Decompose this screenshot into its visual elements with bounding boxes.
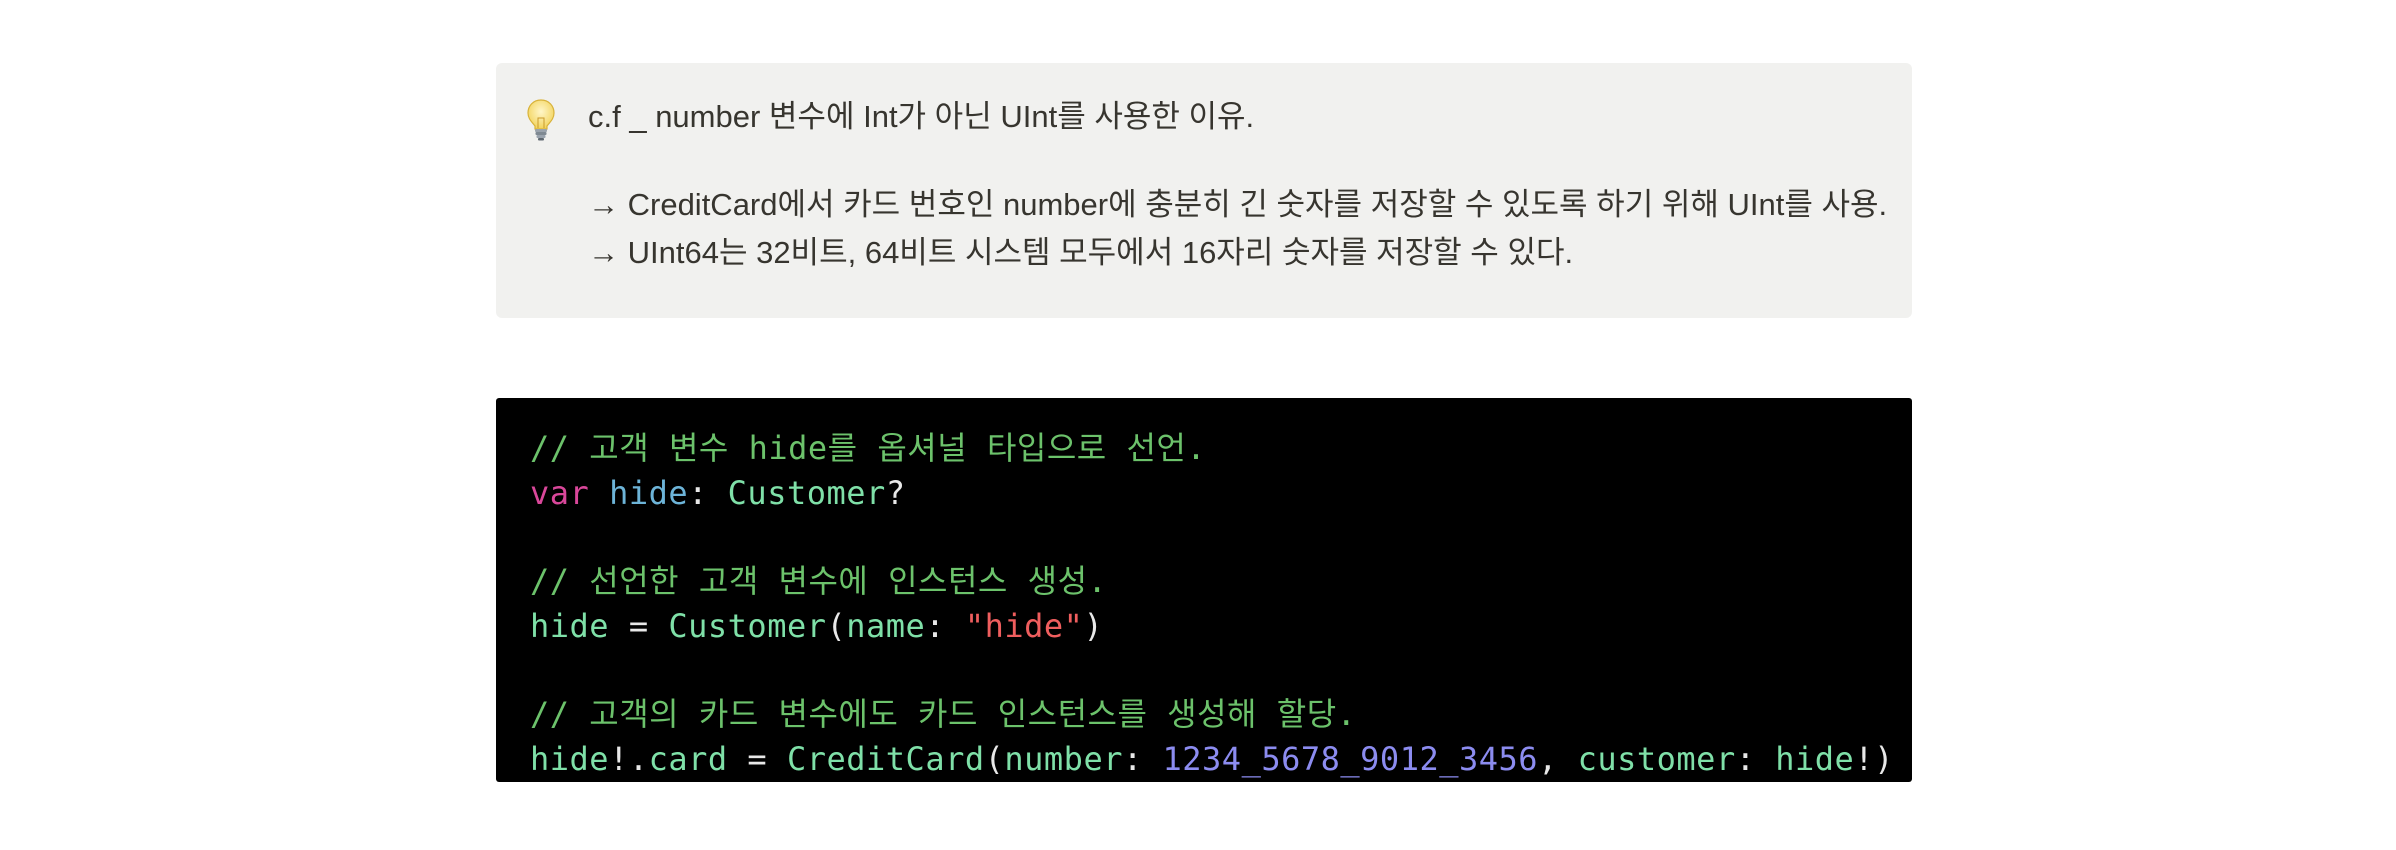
code-identifier: hide [530,607,610,645]
code-optional-mark: ? [885,474,906,512]
code-paren-close: !) [1854,740,1894,778]
code-number: 1234_5678_9012_3456 [1162,740,1539,778]
code-line-6: hide!.card = CreditCard(number: 1234_567… [530,737,1894,781]
code-line-2: var hide: Customer? [530,471,906,515]
code-colon: : [688,474,728,512]
callout-title: c.f _ number 변수에 Int가 아닌 UInt를 사용한 이유. [588,99,1255,134]
code-type: Customer [727,474,886,512]
code-keyword: var [530,474,590,512]
code-variable: hide [609,474,689,512]
code-colon: : [1122,740,1163,778]
callout-line-2: → UInt64는 32비트, 64비트 시스템 모두에서 16자리 숫자를 저… [588,235,1574,270]
code-line-1: // 고객 변수 hide를 옵셔널 타입으로 선언. [530,426,1206,470]
code-identifier: hide [530,740,610,778]
code-unwrap: !. [609,740,649,778]
code-paren-open: ( [826,607,847,645]
lightbulb-icon [526,98,556,142]
code-identifier: hide [1775,740,1855,778]
code-property: card [648,740,728,778]
code-comment: // 선언한 고객 변수에 인스턴스 생성. [530,562,1108,600]
code-line-4: hide = Customer(name: "hide") [530,604,1103,648]
code-type: Customer [668,607,827,645]
code-comma: , [1538,740,1578,778]
code-arg-label: customer [1577,740,1736,778]
code-string: "hide" [964,607,1084,645]
code-type: CreditCard [786,740,985,778]
callout-line-1: → CreditCard에서 카드 번호인 number에 충분히 긴 숫자를 … [588,187,1888,222]
code-arg-label: number [1004,740,1123,778]
code-assign: = [727,740,787,778]
code-colon: : [1735,740,1776,778]
code-comment: // 고객의 카드 변수에도 카드 인스턴스를 생성해 할당. [530,695,1357,733]
code-line-3: // 선언한 고객 변수에 인스턴스 생성. [530,559,1107,603]
code-paren-close: ) [1083,607,1104,645]
code-block: // 고객 변수 hide를 옵셔널 타입으로 선언. var hide: Cu… [496,398,1912,782]
code-assign: = [609,607,669,645]
code-colon: : [925,607,965,645]
callout-block: c.f _ number 변수에 Int가 아닌 UInt를 사용한 이유. →… [496,63,1912,318]
code-paren-open: ( [984,740,1005,778]
code-line-5: // 고객의 카드 변수에도 카드 인스턴스를 생성해 할당. [530,692,1356,736]
code-arg-label: name [846,607,926,645]
code-comment: // 고객 변수 hide를 옵셔널 타입으로 선언. [530,429,1207,467]
